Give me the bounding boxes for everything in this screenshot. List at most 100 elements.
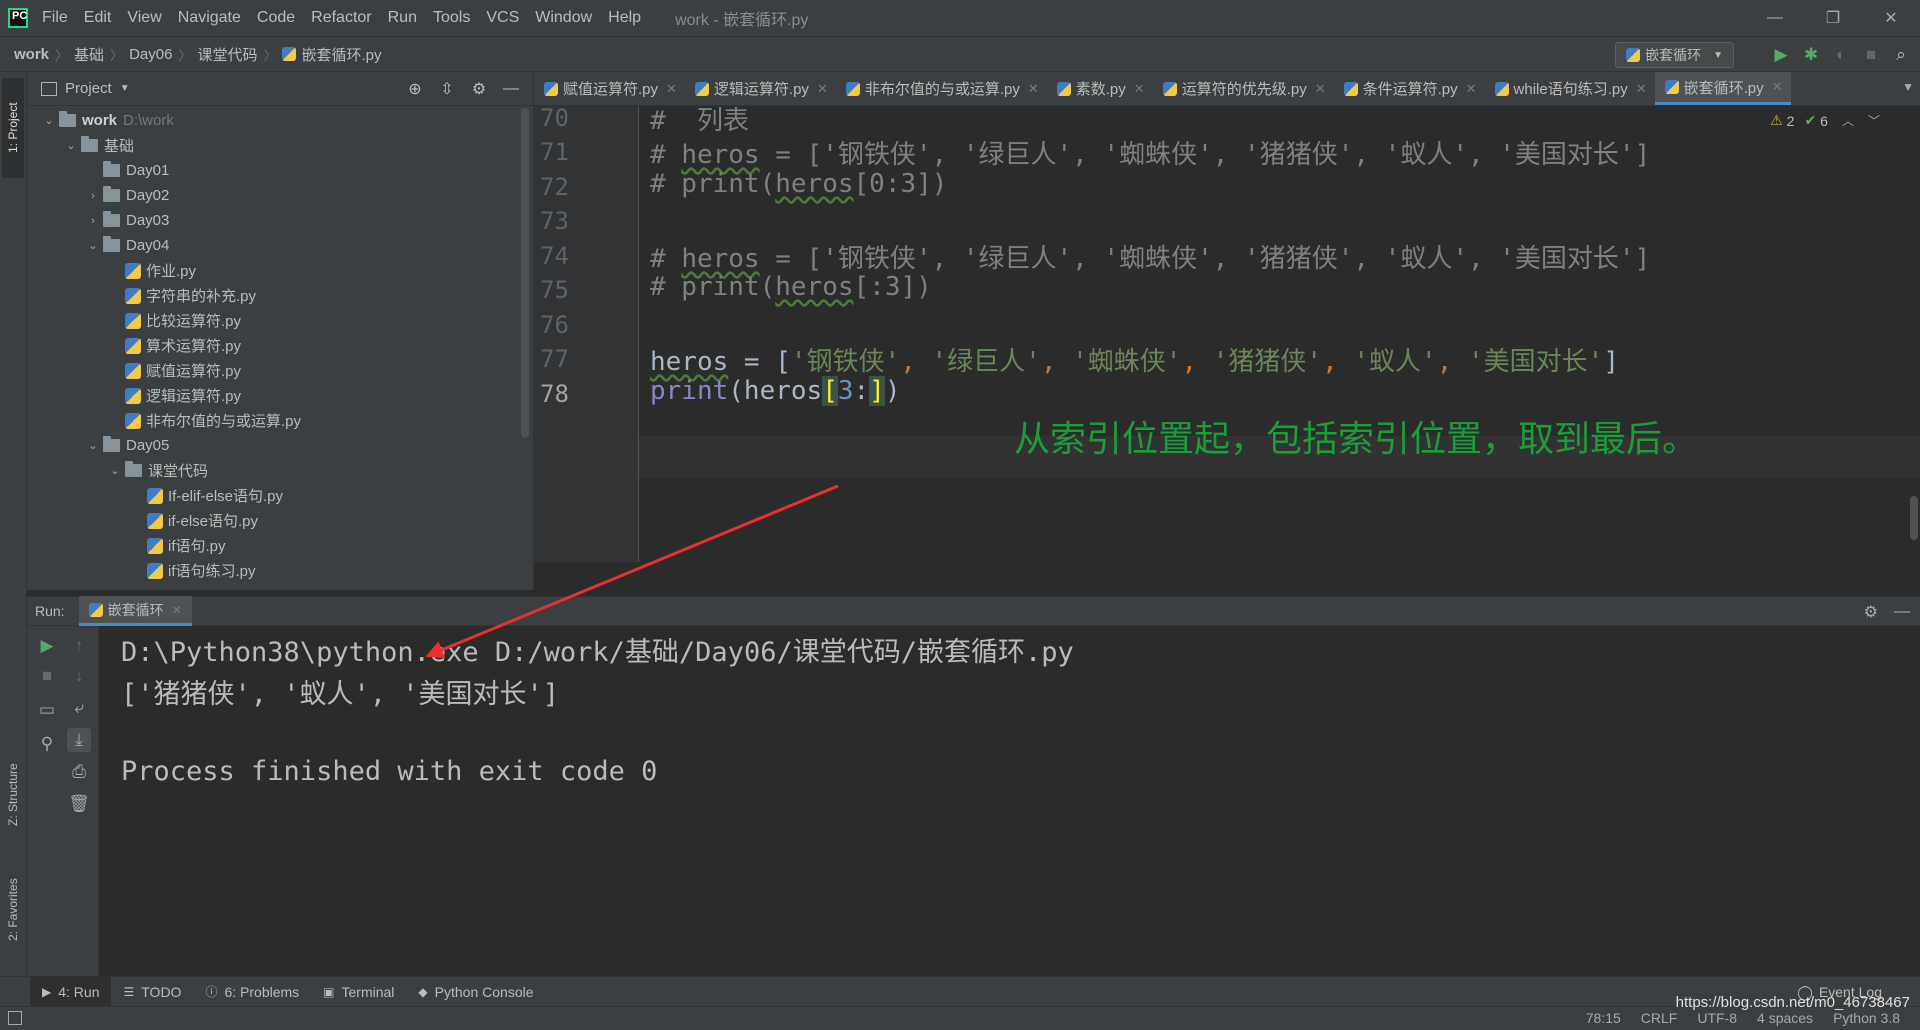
close-icon[interactable]: ✕ bbox=[1636, 81, 1647, 97]
scroll-to-end-icon[interactable]: ⤓ bbox=[67, 728, 91, 752]
close-icon[interactable]: ✕ bbox=[1315, 81, 1326, 97]
hide-icon[interactable]: — bbox=[1894, 603, 1910, 621]
line-separator[interactable]: CRLF bbox=[1641, 1010, 1678, 1026]
restore-icon[interactable]: ❐ bbox=[1804, 0, 1862, 36]
menu-refactor[interactable]: Refactor bbox=[311, 9, 371, 27]
close-icon[interactable]: ✕ bbox=[817, 81, 828, 97]
close-icon[interactable]: ✕ bbox=[1862, 0, 1920, 36]
tree-folder[interactable]: › Day03 bbox=[27, 208, 533, 233]
editor-tab[interactable]: 逻辑运算符.py ✕ bbox=[685, 72, 836, 105]
tool-tab-todo[interactable]: ☰ TODO bbox=[111, 977, 193, 1007]
chevron-down-icon[interactable]: ⌄ bbox=[105, 464, 125, 477]
project-scrollbar[interactable] bbox=[521, 108, 529, 438]
chevron-down-icon[interactable]: ⌄ bbox=[83, 239, 103, 252]
hide-icon[interactable]: — bbox=[495, 80, 527, 98]
menu-navigate[interactable]: Navigate bbox=[178, 9, 241, 27]
tool-windows-toggle-icon[interactable] bbox=[8, 1011, 22, 1025]
gear-icon[interactable]: ⚙ bbox=[463, 79, 495, 99]
tree-file[interactable]: 比较运算符.py bbox=[27, 308, 533, 333]
tree-folder[interactable]: Day01 bbox=[27, 158, 533, 183]
menu-window[interactable]: Window bbox=[535, 9, 592, 27]
coverage-icon[interactable]: ◐ bbox=[1826, 45, 1856, 65]
tree-file[interactable]: 逻辑运算符.py bbox=[27, 383, 533, 408]
tree-file[interactable]: 赋值运算符.py bbox=[27, 358, 533, 383]
pin-icon[interactable]: ⚲ bbox=[35, 732, 59, 756]
menu-view[interactable]: View bbox=[127, 9, 161, 27]
tree-folder[interactable]: ⌄ Day05 bbox=[27, 433, 533, 458]
editor-tab[interactable]: 素数.py ✕ bbox=[1047, 72, 1153, 105]
crumb-ketang[interactable]: 课堂代码 bbox=[197, 44, 257, 65]
editor-tab[interactable]: 运算符的优先级.py ✕ bbox=[1153, 72, 1334, 105]
tree-file[interactable]: 算术运算符.py bbox=[27, 333, 533, 358]
tool-tab-run[interactable]: ▶ 4: Run bbox=[30, 976, 112, 1007]
close-icon[interactable]: ✕ bbox=[1772, 79, 1783, 95]
soft-wrap-icon[interactable]: ⤶ bbox=[67, 696, 91, 720]
tree-folder[interactable]: ⌄ Day04 bbox=[27, 233, 533, 258]
close-icon[interactable]: ✕ bbox=[1134, 81, 1145, 97]
editor-tab[interactable]: 赋值运算符.py ✕ bbox=[534, 72, 685, 105]
chevron-down-icon[interactable]: ⌄ bbox=[39, 114, 59, 127]
interpreter[interactable]: Python 3.8 bbox=[1833, 1010, 1900, 1026]
indent-setting[interactable]: 4 spaces bbox=[1757, 1010, 1813, 1026]
close-icon[interactable]: ✕ bbox=[666, 81, 677, 97]
caret-position[interactable]: 78:15 bbox=[1586, 1010, 1621, 1026]
chevron-down-icon[interactable]: ⌄ bbox=[83, 439, 103, 452]
tree-file[interactable]: if语句练习.py bbox=[27, 558, 533, 583]
tool-tab-structure[interactable]: Z: Structure bbox=[2, 740, 24, 850]
tree-folder[interactable]: ⌄ work D:\work bbox=[27, 108, 533, 133]
tree-file[interactable]: 字符串的补充.py bbox=[27, 283, 533, 308]
tabs-overflow-icon[interactable]: ▼ bbox=[1902, 80, 1914, 94]
tree-folder[interactable]: ⌄ 基础 bbox=[27, 133, 533, 158]
crumb-day06[interactable]: Day06 bbox=[129, 46, 172, 63]
trash-icon[interactable]: 🗑 bbox=[67, 792, 91, 816]
run-tab[interactable]: 嵌套循环 ✕ bbox=[78, 596, 192, 626]
tree-file[interactable]: If-elif-else语句.py bbox=[27, 483, 533, 508]
code-editor[interactable]: 70 71 72 73 74 75 76 77 78 # 列表 # heros … bbox=[534, 106, 1920, 562]
editor-tab[interactable]: 嵌套循环.py ✕ bbox=[1654, 72, 1791, 105]
editor-tab[interactable]: while语句练习.py ✕ bbox=[1485, 72, 1655, 105]
menu-help[interactable]: Help bbox=[608, 9, 641, 27]
close-icon[interactable]: ✕ bbox=[172, 603, 182, 617]
arrow-up-icon[interactable]: ↑ bbox=[67, 634, 91, 658]
chevron-right-icon[interactable]: › bbox=[83, 215, 103, 227]
tree-file[interactable]: if语句.py bbox=[27, 533, 533, 558]
collapse-all-icon[interactable]: ⇳ bbox=[431, 79, 463, 99]
run-console[interactable]: D:\Python38\python.exe D:/work/基础/Day06/… bbox=[99, 626, 1920, 976]
file-encoding[interactable]: UTF-8 bbox=[1697, 1010, 1737, 1026]
crumb-work[interactable]: work bbox=[14, 46, 49, 63]
chevron-down-icon[interactable]: ⌄ bbox=[61, 139, 81, 152]
close-icon[interactable]: ✕ bbox=[1466, 81, 1477, 97]
print-icon[interactable]: ⎙ bbox=[67, 760, 91, 784]
tree-folder[interactable]: ⌄ 课堂代码 bbox=[27, 458, 533, 483]
locate-icon[interactable]: ⊕ bbox=[399, 79, 431, 99]
chevron-down-icon[interactable]: ﹀ bbox=[1868, 112, 1880, 129]
minimize-icon[interactable]: — bbox=[1746, 0, 1804, 36]
chevron-right-icon[interactable]: › bbox=[83, 190, 103, 202]
gear-icon[interactable]: ⚙ bbox=[1864, 602, 1878, 622]
crumb-file[interactable]: 嵌套循环.py bbox=[301, 44, 381, 65]
tree-file[interactable]: 非布尔值的与或运算.py bbox=[27, 408, 533, 433]
inspection-widget[interactable]: ⚠ 2 ✔ 6 ︿ ﹀ bbox=[1770, 112, 1880, 129]
tree-folder[interactable]: › Day02 bbox=[27, 183, 533, 208]
layout-icon[interactable]: ▭ bbox=[35, 698, 59, 722]
menu-run[interactable]: Run bbox=[388, 9, 417, 27]
chevron-up-icon[interactable]: ︿ bbox=[1842, 112, 1854, 129]
menu-file[interactable]: File bbox=[42, 9, 68, 27]
run-icon[interactable]: ▶ bbox=[1766, 45, 1796, 65]
menu-edit[interactable]: Edit bbox=[84, 9, 112, 27]
tree-file[interactable]: 作业.py bbox=[27, 258, 533, 283]
stop-icon[interactable]: ■ bbox=[1856, 45, 1886, 65]
menu-vcs[interactable]: VCS bbox=[486, 9, 519, 27]
menu-code[interactable]: Code bbox=[257, 9, 295, 27]
chevron-down-icon[interactable]: ▼ bbox=[120, 83, 130, 94]
tool-tab-project[interactable]: 1: Project bbox=[2, 78, 24, 178]
tool-tab-python-console[interactable]: ◆ Python Console bbox=[406, 977, 545, 1007]
stop-icon[interactable]: ■ bbox=[35, 664, 59, 688]
editor-scrollbar[interactable] bbox=[1910, 496, 1918, 540]
crumb-jichu[interactable]: 基础 bbox=[74, 44, 104, 65]
tree-file[interactable]: if-else语句.py bbox=[27, 508, 533, 533]
project-view-select[interactable]: Project bbox=[65, 80, 112, 97]
run-configuration-select[interactable]: 嵌套循环 ▼ bbox=[1615, 42, 1734, 68]
close-icon[interactable]: ✕ bbox=[1028, 81, 1039, 97]
rerun-icon[interactable]: ▶ bbox=[35, 634, 59, 658]
